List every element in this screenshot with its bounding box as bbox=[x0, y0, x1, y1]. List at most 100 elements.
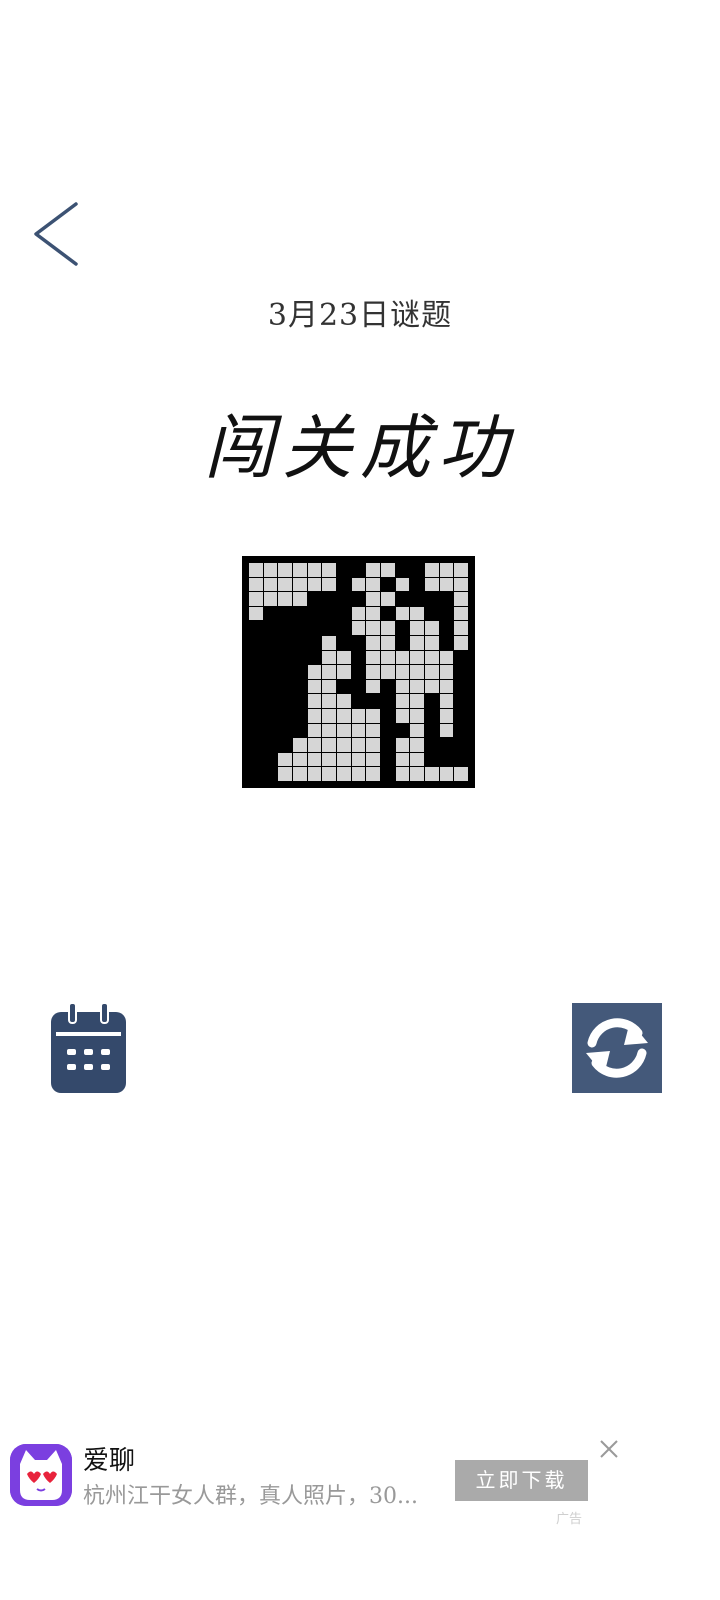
puzzle-cell bbox=[307, 665, 322, 679]
puzzle-cell bbox=[263, 665, 278, 679]
puzzle-cell bbox=[366, 606, 380, 621]
ad-banner[interactable]: 爱聊 杭州江干女人群，真人照片，30... 立即下载 广告 bbox=[0, 1428, 720, 1548]
puzzle-cell bbox=[337, 738, 351, 752]
puzzle-cell bbox=[322, 679, 336, 694]
puzzle-cell bbox=[454, 665, 468, 679]
puzzle-cell bbox=[351, 665, 366, 679]
puzzle-cell bbox=[293, 752, 307, 767]
puzzle-cell bbox=[395, 606, 410, 621]
puzzle-cell bbox=[293, 694, 307, 708]
puzzle-cell bbox=[293, 709, 307, 723]
puzzle-cell bbox=[395, 665, 410, 679]
puzzle-cell bbox=[337, 592, 351, 606]
puzzle-cell bbox=[410, 636, 424, 650]
puzzle-cell bbox=[307, 563, 322, 577]
puzzle-cell bbox=[337, 650, 351, 665]
puzzle-board bbox=[242, 556, 475, 788]
puzzle-cell bbox=[366, 679, 380, 694]
puzzle-cell bbox=[307, 636, 322, 650]
puzzle-cell bbox=[263, 767, 278, 781]
puzzle-cell bbox=[439, 694, 454, 708]
puzzle-cell bbox=[366, 723, 380, 738]
puzzle-cell bbox=[337, 767, 351, 781]
puzzle-cell bbox=[322, 636, 336, 650]
puzzle-cell bbox=[263, 592, 278, 606]
puzzle-cell bbox=[410, 723, 424, 738]
refresh-icon bbox=[586, 1018, 648, 1078]
puzzle-cell bbox=[454, 752, 468, 767]
puzzle-cell bbox=[410, 577, 424, 592]
puzzle-cell bbox=[337, 606, 351, 621]
puzzle-cell bbox=[263, 577, 278, 592]
puzzle-cell bbox=[410, 767, 424, 781]
puzzle-cell bbox=[439, 679, 454, 694]
puzzle-cell bbox=[322, 577, 336, 592]
puzzle-cell bbox=[381, 577, 395, 592]
puzzle-cell bbox=[293, 606, 307, 621]
puzzle-cell bbox=[351, 752, 366, 767]
puzzle-cell bbox=[337, 577, 351, 592]
puzzle-cell bbox=[337, 723, 351, 738]
puzzle-cell bbox=[425, 723, 439, 738]
puzzle-cell bbox=[381, 709, 395, 723]
puzzle-cell bbox=[278, 738, 292, 752]
puzzle-cell bbox=[278, 577, 292, 592]
puzzle-cell bbox=[454, 563, 468, 577]
puzzle-cell bbox=[395, 709, 410, 723]
puzzle-cell bbox=[439, 709, 454, 723]
puzzle-cell bbox=[263, 723, 278, 738]
puzzle-cell bbox=[249, 621, 263, 635]
puzzle-grid bbox=[249, 563, 468, 781]
puzzle-cell bbox=[278, 752, 292, 767]
puzzle-cell bbox=[425, 738, 439, 752]
puzzle-cell bbox=[278, 621, 292, 635]
puzzle-cell bbox=[425, 563, 439, 577]
puzzle-cell bbox=[351, 723, 366, 738]
puzzle-cell bbox=[425, 709, 439, 723]
puzzle-cell bbox=[351, 592, 366, 606]
refresh-button[interactable] bbox=[572, 1003, 662, 1093]
puzzle-cell bbox=[454, 709, 468, 723]
puzzle-cell bbox=[454, 694, 468, 708]
puzzle-cell bbox=[293, 592, 307, 606]
puzzle-cell bbox=[322, 621, 336, 635]
puzzle-cell bbox=[439, 752, 454, 767]
puzzle-cell bbox=[454, 650, 468, 665]
puzzle-cell bbox=[307, 577, 322, 592]
download-button[interactable]: 立即下载 bbox=[455, 1460, 588, 1501]
puzzle-cell bbox=[425, 577, 439, 592]
puzzle-cell bbox=[454, 592, 468, 606]
puzzle-cell bbox=[439, 563, 454, 577]
puzzle-cell bbox=[263, 694, 278, 708]
puzzle-cell bbox=[351, 650, 366, 665]
puzzle-cell bbox=[351, 563, 366, 577]
puzzle-cell bbox=[366, 738, 380, 752]
puzzle-cell bbox=[425, 650, 439, 665]
puzzle-cell bbox=[395, 636, 410, 650]
puzzle-cell bbox=[351, 694, 366, 708]
puzzle-cell bbox=[351, 577, 366, 592]
puzzle-cell bbox=[366, 650, 380, 665]
ad-app-icon[interactable] bbox=[10, 1444, 72, 1506]
puzzle-cell bbox=[293, 621, 307, 635]
puzzle-cell bbox=[454, 723, 468, 738]
puzzle-cell bbox=[293, 577, 307, 592]
puzzle-cell bbox=[278, 592, 292, 606]
puzzle-cell bbox=[454, 621, 468, 635]
puzzle-cell bbox=[425, 592, 439, 606]
puzzle-cell bbox=[322, 752, 336, 767]
calendar-button[interactable] bbox=[50, 1002, 127, 1094]
puzzle-cell bbox=[410, 563, 424, 577]
puzzle-cell bbox=[439, 577, 454, 592]
puzzle-cell bbox=[307, 723, 322, 738]
puzzle-cell bbox=[366, 709, 380, 723]
puzzle-cell bbox=[278, 709, 292, 723]
puzzle-cell bbox=[381, 679, 395, 694]
puzzle-cell bbox=[439, 738, 454, 752]
puzzle-cell bbox=[366, 694, 380, 708]
puzzle-cell bbox=[249, 694, 263, 708]
puzzle-cell bbox=[278, 679, 292, 694]
back-button[interactable] bbox=[26, 198, 90, 270]
ad-close-button[interactable] bbox=[596, 1436, 622, 1462]
puzzle-cell bbox=[425, 767, 439, 781]
